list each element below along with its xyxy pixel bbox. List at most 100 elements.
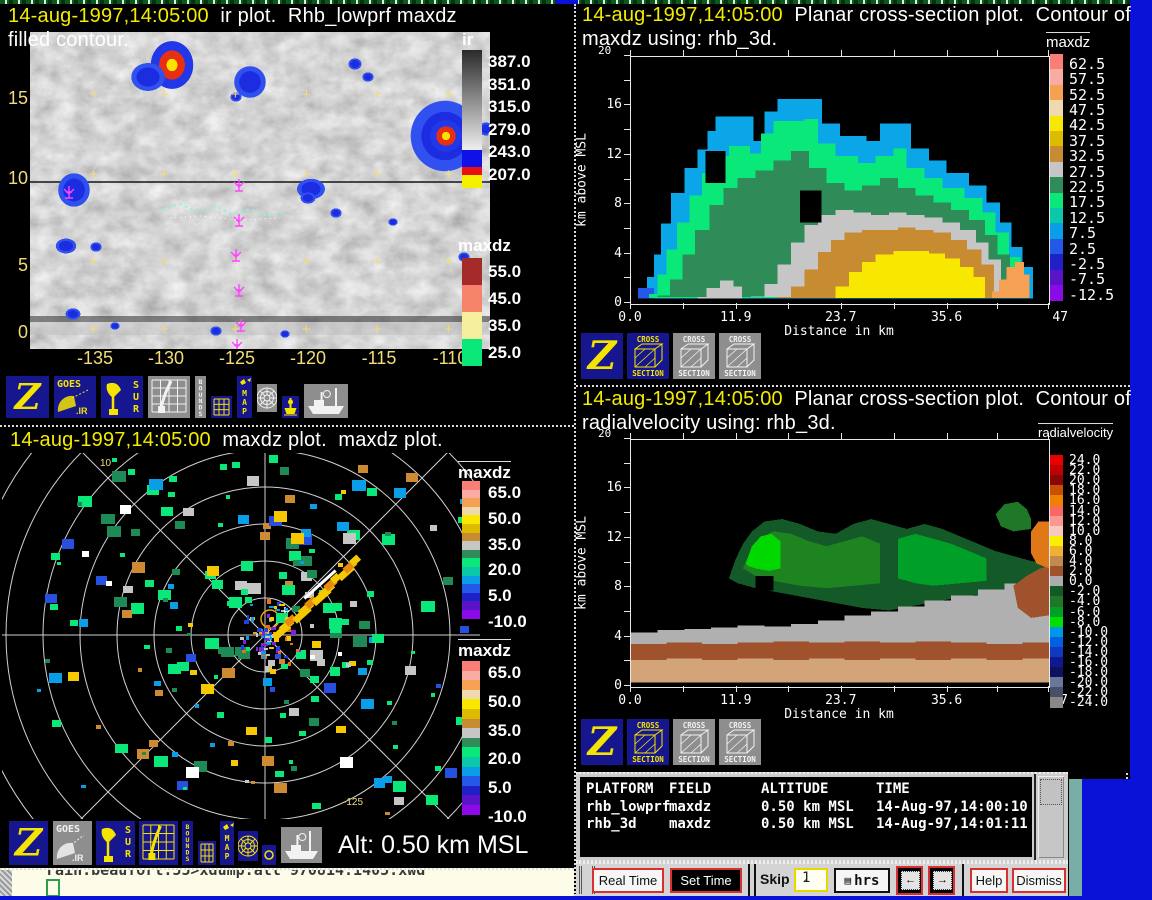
svg-text:SECTION: SECTION xyxy=(632,755,664,764)
radar-echo xyxy=(310,624,315,628)
colorbar-segment xyxy=(1050,465,1063,476)
toolbar-button-ship[interactable] xyxy=(303,383,349,419)
colorbar-segment xyxy=(1050,556,1063,567)
cloud-top-blob xyxy=(90,242,102,252)
toolbar-button-zebra[interactable]: Z xyxy=(8,820,49,866)
radar-echo-core xyxy=(275,609,279,611)
toolbar-button-radar-sur[interactable]: SUR xyxy=(95,820,136,866)
toolbar-button-bounds[interactable]: BOUNDS xyxy=(194,375,207,419)
toolbar-button-cross-section[interactable]: CROSS SECTION xyxy=(626,718,670,766)
colorbar-segment xyxy=(462,786,480,796)
y-tick xyxy=(624,228,630,229)
radar-echo xyxy=(241,589,249,595)
toolbar-button-grid-curve[interactable] xyxy=(147,375,191,419)
radar-echo xyxy=(168,492,174,497)
colorbar-label: 207.0 xyxy=(488,165,531,185)
svg-text:CROSS: CROSS xyxy=(729,721,752,730)
radar-echo xyxy=(291,533,304,544)
toolbar-button-polar-rings[interactable] xyxy=(237,830,259,862)
radar-echo xyxy=(52,720,61,727)
radar-echo xyxy=(51,553,60,560)
x-tick xyxy=(947,686,948,692)
x-tick xyxy=(841,686,842,692)
xsec-radialvelocity-panel: 14-aug-1997,14:05:00 Planar cross-sectio… xyxy=(576,385,1130,772)
radar-echo xyxy=(361,699,374,710)
svg-text:CROSS: CROSS xyxy=(637,721,660,730)
scrollbar-thumb[interactable] xyxy=(1040,779,1062,805)
toolbar-button-polar-rings[interactable] xyxy=(256,383,278,413)
toolbar-button-map[interactable]: MAP xyxy=(236,375,253,419)
toolbar-button-buoy[interactable] xyxy=(281,395,300,419)
toolbar-button-cross-section[interactable]: CROSS SECTION xyxy=(718,332,762,380)
status-header: TIME xyxy=(876,781,910,797)
toolbar-button-ship[interactable] xyxy=(280,826,323,864)
step-forward-button[interactable]: → xyxy=(928,866,955,895)
satellite-image-canvas[interactable]: ++++++++++++++++++++++++ xyxy=(30,32,490,349)
skip-input[interactable]: 1 ^ xyxy=(794,868,828,892)
toolbar-button-cross-section[interactable]: CROSS SECTION xyxy=(718,718,762,766)
toolbar-button-grid-curve[interactable] xyxy=(138,820,179,866)
radar-echo-core xyxy=(241,645,244,649)
terminal-cursor xyxy=(46,879,60,896)
radar-echo xyxy=(289,708,299,716)
x-tick-label: 23.7 xyxy=(821,310,861,325)
help-button[interactable]: Help xyxy=(970,868,1008,893)
toolbar-button-map[interactable]: MAP xyxy=(219,820,235,866)
real-time-button[interactable]: Real Time xyxy=(592,868,664,893)
radar-echo-core xyxy=(290,643,293,646)
svg-text:R: R xyxy=(133,404,140,415)
radar-echo xyxy=(207,566,219,575)
radar-echo xyxy=(372,634,383,643)
toolbar-button-circle[interactable] xyxy=(261,844,277,866)
y-tick xyxy=(624,611,630,612)
x-tick xyxy=(841,303,842,309)
colorbar-label: 35.0 xyxy=(488,721,521,741)
colorbar-segment xyxy=(1050,647,1063,658)
small-grid-icon xyxy=(198,841,216,865)
set-time-button[interactable]: Set Time xyxy=(670,868,742,893)
toolbar-button-cross-section[interactable]: CROSS SECTION xyxy=(626,332,670,380)
zebra-icon: Z xyxy=(6,376,49,418)
toolbar-button-zebra[interactable]: Z xyxy=(580,718,624,766)
svg-text:SECTION: SECTION xyxy=(724,755,756,764)
toolbar-button-zebra[interactable]: Z xyxy=(580,332,624,380)
map-icon: MAP xyxy=(220,821,234,865)
radar-echo xyxy=(107,526,121,537)
toolbar-button-goes-ir[interactable]: GOES.IR xyxy=(52,820,93,866)
storm-track-line xyxy=(160,192,290,232)
map-light-band xyxy=(30,322,490,335)
toolbar-button-small-grid[interactable] xyxy=(197,840,217,866)
toolbar-button-bounds[interactable]: BOUNDS xyxy=(181,820,194,866)
radar-ppi-canvas[interactable] xyxy=(2,453,480,819)
y-tick xyxy=(624,277,630,278)
status-scrollbar[interactable] xyxy=(1038,776,1064,858)
step-back-button[interactable]: ← xyxy=(896,866,923,895)
colorbar-label: 279.0 xyxy=(488,120,531,140)
dismiss-button[interactable]: Dismiss xyxy=(1012,868,1066,893)
svg-text:U: U xyxy=(125,837,131,848)
radar-echo xyxy=(190,670,197,675)
radar-echo xyxy=(218,523,223,527)
hrs-button[interactable]: ▤hrs xyxy=(834,868,890,893)
radar-echo xyxy=(175,521,185,529)
toolbar-button-zebra[interactable]: Z xyxy=(5,375,50,419)
x-tick xyxy=(894,303,895,309)
teal-strip xyxy=(1069,779,1082,896)
radar-echo xyxy=(279,572,287,579)
toolbar-button-small-grid[interactable] xyxy=(210,395,233,419)
colorbar-label: 387.0 xyxy=(488,52,531,72)
toolbar-button-goes-ir[interactable]: GOES.IR xyxy=(53,375,97,419)
ir-panel-title: 14-aug-1997,14:05:00 ir plot. Rhb_lowprf… xyxy=(8,5,457,28)
x-top-tick xyxy=(894,50,895,56)
radar-echo xyxy=(131,529,140,536)
toolbar-button-cross-section[interactable]: CROSS SECTION xyxy=(672,332,716,380)
toolbar-button-radar-sur[interactable]: SUR xyxy=(100,375,144,419)
toolbar-button-cross-section[interactable]: CROSS SECTION xyxy=(672,718,716,766)
radar-echo xyxy=(82,551,89,557)
colorbar-segment xyxy=(1050,677,1063,688)
terminal-window[interactable]: rain.beaufort:55>xdump.all 970814.1405.x… xyxy=(0,868,574,896)
colorbar-segment xyxy=(1050,162,1063,178)
y-tick xyxy=(624,203,630,204)
radar-echo xyxy=(443,577,453,585)
radar-echo xyxy=(241,561,253,570)
